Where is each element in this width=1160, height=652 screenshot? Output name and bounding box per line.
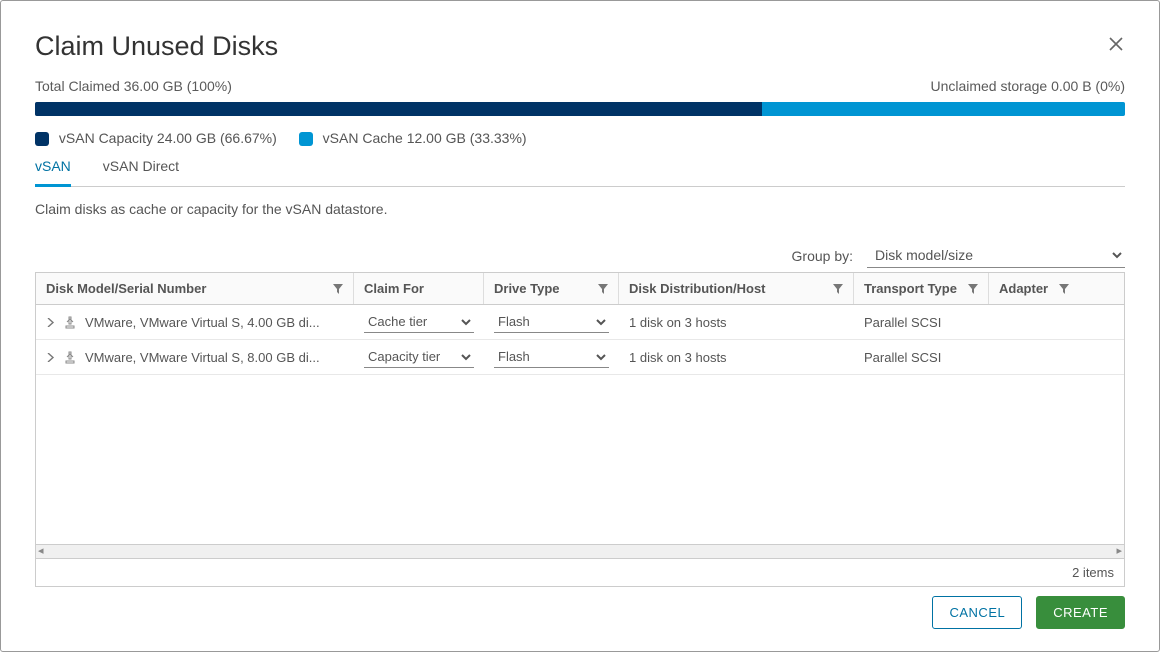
adapter-text [989,316,1079,328]
usage-bar-cache-segment [762,102,1125,116]
tab-vsan[interactable]: vSAN [35,152,71,187]
col-header-distribution[interactable]: Disk Distribution/Host [619,273,854,304]
claim-for-select[interactable]: Capacity tier [364,346,474,368]
drive-type-select[interactable]: Flash [494,311,609,333]
filter-icon[interactable] [598,284,608,294]
disk-model-text: VMware, VMware Virtual S, 8.00 GB di... [85,350,320,365]
expand-icon[interactable] [46,318,55,327]
disk-icon [63,315,77,329]
adapter-text [989,351,1079,363]
col-header-claim-for[interactable]: Claim For [354,273,484,304]
close-icon[interactable] [1107,35,1125,53]
cancel-button[interactable]: CANCEL [932,596,1022,629]
table-item-count: 2 items [36,558,1124,586]
legend-capacity-swatch [35,132,49,146]
transport-text: Parallel SCSI [854,344,989,371]
dialog-title: Claim Unused Disks [35,31,1125,62]
legend-capacity-label: vSAN Capacity 24.00 GB (66.67%) [59,130,277,146]
distribution-text: 1 disk on 3 hosts [619,344,854,371]
create-button[interactable]: CREATE [1036,596,1125,629]
group-by-label: Group by: [792,248,853,264]
instruction-text: Claim disks as cache or capacity for the… [35,201,1125,217]
filter-icon[interactable] [333,284,343,294]
usage-bar [35,102,1125,116]
tab-vsan-direct[interactable]: vSAN Direct [103,152,179,186]
dialog-actions: CANCEL CREATE [932,596,1125,629]
legend-cache-label: vSAN Cache 12.00 GB (33.33%) [323,130,527,146]
group-by-control: Group by: Disk model/size [35,243,1125,268]
col-header-disk-model[interactable]: Disk Model/Serial Number [36,273,354,304]
table-header-row: Disk Model/Serial Number Claim For Drive… [36,273,1124,305]
claim-for-select[interactable]: Cache tier [364,311,474,333]
transport-text: Parallel SCSI [854,309,989,336]
col-header-drive-type[interactable]: Drive Type [484,273,619,304]
tab-bar: vSAN vSAN Direct [35,152,1125,187]
unclaimed-storage-label: Unclaimed storage 0.00 B (0%) [930,78,1125,94]
horizontal-scrollbar[interactable] [36,544,1124,558]
legend-cache-swatch [299,132,313,146]
disk-model-text: VMware, VMware Virtual S, 4.00 GB di... [85,315,320,330]
legend-cache: vSAN Cache 12.00 GB (33.33%) [299,130,527,146]
storage-summary: Total Claimed 36.00 GB (100%) Unclaimed … [35,78,1125,94]
drive-type-select[interactable]: Flash [494,346,609,368]
group-by-select[interactable]: Disk model/size [867,243,1125,268]
expand-icon[interactable] [46,353,55,362]
table-row: VMware, VMware Virtual S, 4.00 GB di... … [36,305,1124,340]
disks-table: Disk Model/Serial Number Claim For Drive… [35,272,1125,587]
col-header-adapter[interactable]: Adapter [989,273,1079,304]
disk-icon [63,350,77,364]
usage-bar-capacity-segment [35,102,762,116]
distribution-text: 1 disk on 3 hosts [619,309,854,336]
claim-unused-disks-dialog: Claim Unused Disks Total Claimed 36.00 G… [0,0,1160,652]
filter-icon[interactable] [1059,284,1069,294]
filter-icon[interactable] [833,284,843,294]
legend-capacity: vSAN Capacity 24.00 GB (66.67%) [35,130,277,146]
col-header-transport[interactable]: Transport Type [854,273,989,304]
table-body: VMware, VMware Virtual S, 4.00 GB di... … [36,305,1124,544]
filter-icon[interactable] [968,284,978,294]
legend: vSAN Capacity 24.00 GB (66.67%) vSAN Cac… [35,130,1125,146]
table-row: VMware, VMware Virtual S, 8.00 GB di... … [36,340,1124,375]
total-claimed-label: Total Claimed 36.00 GB (100%) [35,78,232,94]
